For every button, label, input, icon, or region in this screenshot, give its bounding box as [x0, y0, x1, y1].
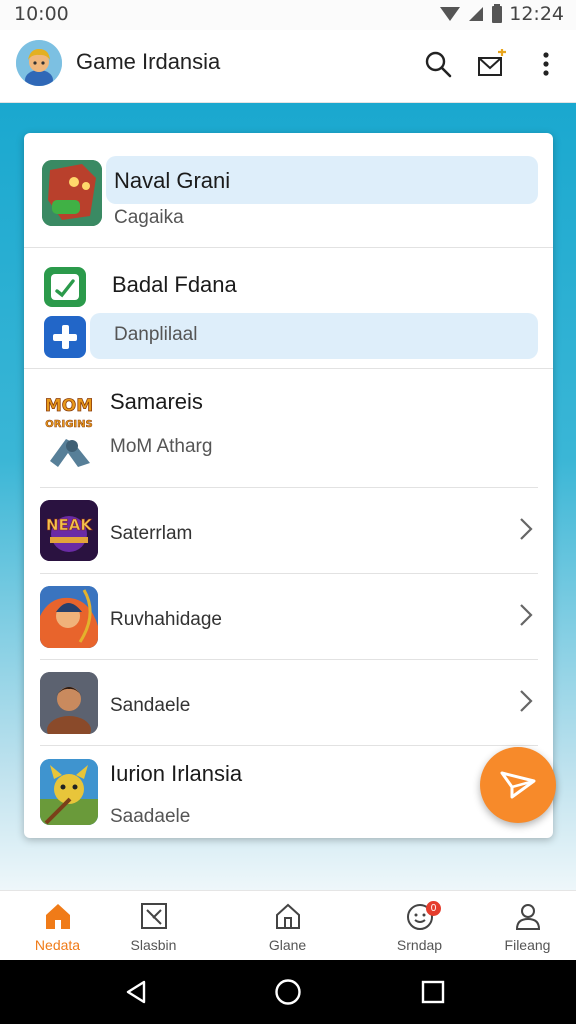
compose-fab-button[interactable]: [480, 747, 556, 823]
list-item-title: Samareis: [110, 389, 203, 414]
chevron-right-icon: [520, 690, 533, 712]
signal-icon: [469, 7, 484, 21]
warrior-game-icon: [40, 672, 98, 734]
list-item-subtitle: Ruvhahidage: [110, 609, 222, 630]
list-item-subtitle: Saterrlam: [110, 523, 193, 544]
list-item[interactable]: Badal Fdana Danplilaal: [24, 248, 553, 368]
mom-origins-icon: MOM ORIGINS: [38, 391, 100, 473]
list-item-title: Badal Fdana: [112, 272, 237, 297]
recents-button[interactable]: [417, 976, 449, 1008]
back-button[interactable]: [120, 976, 152, 1008]
app-title: Game Irdansia: [76, 49, 221, 74]
chevron-right-icon: [520, 604, 533, 626]
nav-label: Glane: [268, 937, 307, 953]
nav-item-gallery[interactable]: Slasbin: [96, 891, 211, 961]
home-icon: [45, 904, 70, 929]
home-button[interactable]: [272, 976, 304, 1008]
creature-game-icon: [40, 759, 98, 825]
list-item-title: Iurion Irlansia: [110, 761, 243, 786]
system-navigation-bar: [0, 960, 576, 1024]
app-bar: Game Irdansia: [0, 30, 576, 103]
list-item-subtitle: Danplilaal: [114, 324, 198, 345]
chevron-right-icon: [520, 518, 533, 540]
profile-icon: [515, 904, 540, 930]
check-icon: [44, 267, 86, 307]
nav-label: Fileang: [504, 937, 551, 953]
nav-label: Slasbin: [130, 937, 177, 953]
nav-item-profile[interactable]: Fileang: [470, 891, 576, 961]
nav-item-notifications[interactable]: 0 Srndap: [362, 891, 477, 961]
nav-label: Srndap: [396, 937, 443, 953]
search-icon[interactable]: [422, 48, 454, 80]
game-list-card: Naval Grani Cagaika Badal Fdana Danplila…: [24, 133, 553, 838]
notification-badge: 0: [426, 901, 441, 916]
nav-item-home-outline[interactable]: Glane: [230, 891, 345, 961]
list-item[interactable]: Sandaele: [24, 660, 553, 745]
neak-text: NEAK: [46, 516, 93, 534]
home-circle-icon: [275, 979, 301, 1005]
list-item-subtitle: Saadaele: [110, 806, 191, 827]
send-edit-icon: [500, 771, 536, 799]
list-item[interactable]: Ruvhahidage: [24, 574, 553, 659]
neak-game-icon: NEAK: [40, 500, 98, 561]
battery-icon: [492, 4, 503, 23]
plus-icon: [44, 316, 86, 358]
status-bar: 10:00 12:24: [0, 0, 576, 30]
mail-edit-icon[interactable]: [476, 48, 508, 80]
list-item[interactable]: NEAK Saterrlam: [24, 488, 553, 573]
list-item-subtitle: MoM Atharg: [110, 436, 213, 457]
status-clock: 12:24: [509, 3, 564, 25]
list-item-subtitle: Cagaika: [114, 207, 184, 228]
mom-bottom-text: ORIGINS: [45, 419, 92, 430]
archer-game-icon: [40, 586, 98, 648]
bottom-navigation: Nedata Slasbin Glane 0 Srndap Fileang: [0, 890, 576, 961]
home-outline-icon: [275, 903, 300, 929]
mom-top-text: MOM: [45, 396, 93, 416]
gallery-icon: [140, 903, 167, 929]
more-options-icon[interactable]: [530, 48, 562, 80]
status-time: 10:00: [14, 3, 69, 25]
back-triangle-icon: [126, 980, 146, 1004]
list-item[interactable]: Naval Grani Cagaika: [24, 133, 553, 247]
recents-square-icon: [421, 980, 445, 1004]
list-item[interactable]: MOM ORIGINS Samareis MoM Atharg: [24, 369, 553, 487]
avatar[interactable]: [16, 40, 62, 86]
status-icons: 12:24: [439, 3, 564, 25]
wifi-icon: [440, 7, 461, 21]
list-item-subtitle: Sandaele: [110, 695, 191, 716]
list-item[interactable]: Iurion Irlansia Saadaele: [24, 746, 553, 838]
list-item-title: Naval Grani: [114, 168, 231, 193]
game-tile-icon: [42, 160, 102, 226]
